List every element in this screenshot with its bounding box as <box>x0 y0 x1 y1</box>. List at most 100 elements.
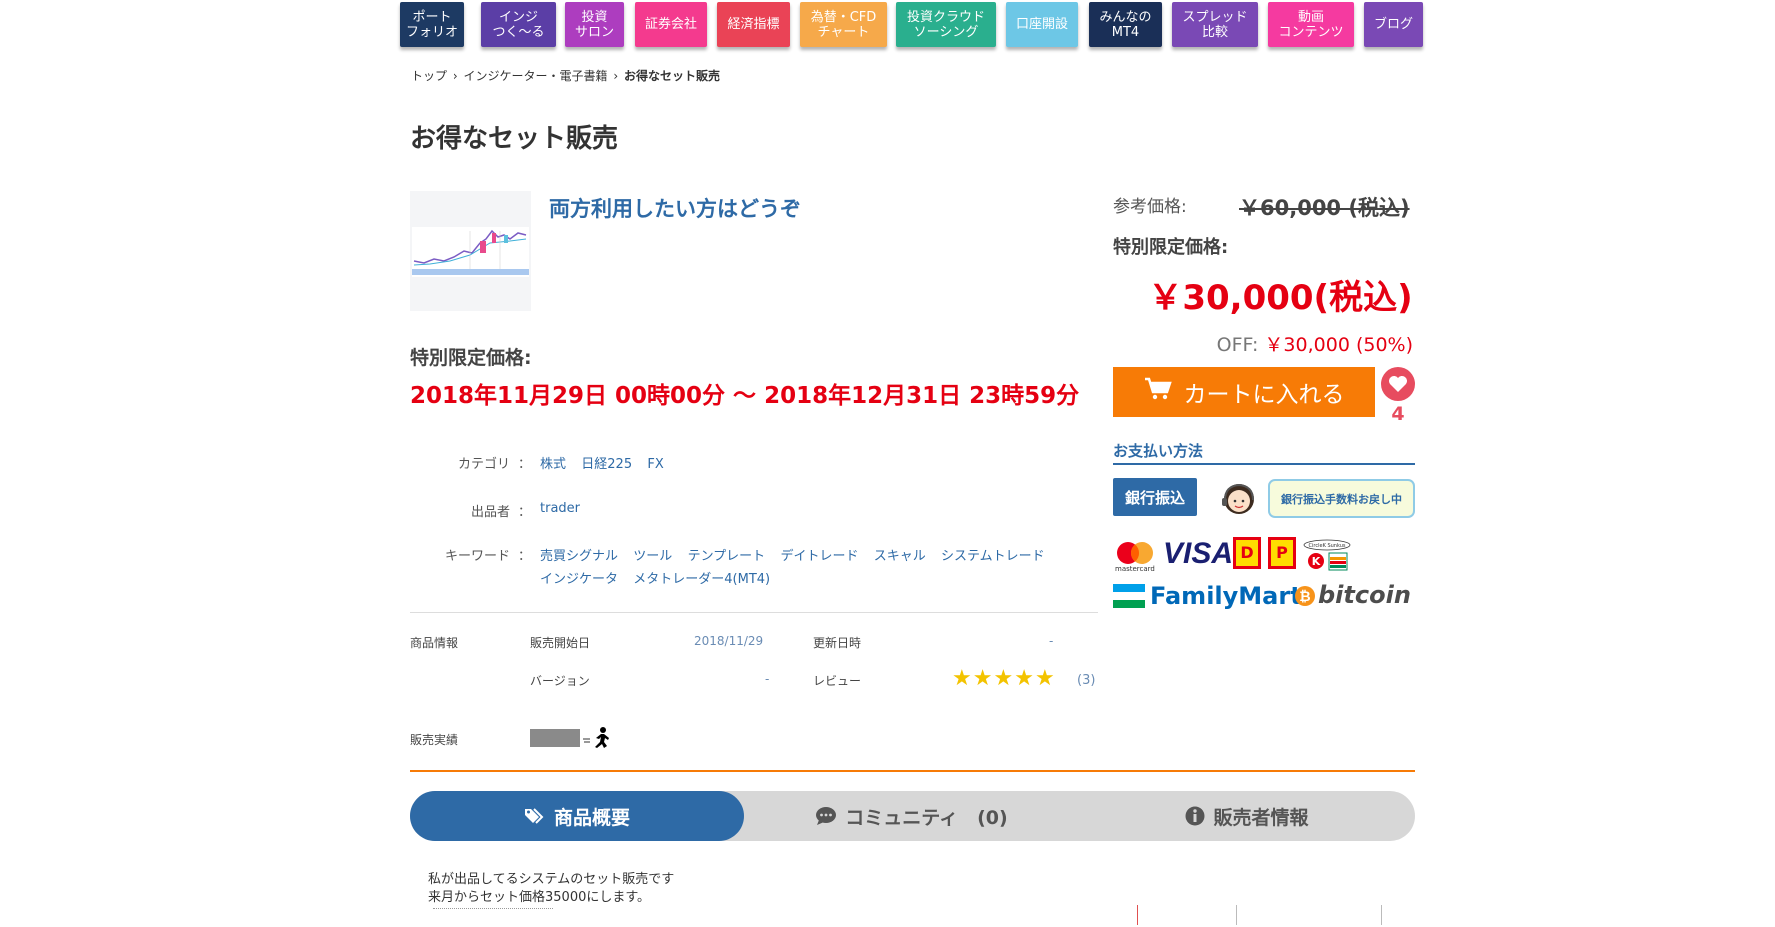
bank-transfer-button[interactable]: 銀行振込 <box>1113 478 1197 516</box>
review-count[interactable]: (3) <box>1077 673 1095 688</box>
heart-icon <box>1389 376 1407 392</box>
sales-label: 販売実績 <box>410 733 459 747</box>
running-man-icon <box>581 726 613 754</box>
seller-link[interactable]: trader <box>540 501 580 516</box>
ministop-icon: P <box>1267 536 1297 574</box>
add-to-cart-button[interactable]: カートに入れる <box>1113 367 1375 417</box>
discount-info: OFF: ￥30,000 (50%) <box>1185 330 1413 357</box>
keyword-link[interactable]: テンプレート <box>688 549 766 564</box>
nav-open-account[interactable]: 口座開設 <box>1006 2 1078 47</box>
ref-price-label: 参考価格: <box>1113 197 1187 217</box>
familymart-label: FamilyMart <box>1150 582 1302 610</box>
nav-crowdsourcing[interactable]: 投資クラウド ソーシング <box>896 2 996 47</box>
comment-icon <box>816 807 837 825</box>
category-link[interactable]: 株式 <box>540 457 566 472</box>
off-value: ￥30,000 (50%) <box>1264 334 1413 356</box>
daily-yamazaki-icon: D <box>1232 536 1262 574</box>
keyword-link[interactable]: システムトレード <box>941 549 1045 564</box>
category-link[interactable]: 日経225 <box>581 457 632 472</box>
bank-fee-bubble: 銀行振込手数料お戻し中 <box>1268 479 1415 518</box>
nav-economic-indicators[interactable]: 経済指標 <box>717 2 790 47</box>
updated-value: - <box>1049 634 1054 648</box>
svg-text:P: P <box>1276 543 1288 562</box>
nav-blog[interactable]: ブログ <box>1364 2 1423 47</box>
nav-video-contents[interactable]: 動画 コンテンツ <box>1268 2 1354 47</box>
tab-overview[interactable]: 商品概要 <box>410 791 744 841</box>
keyword-link[interactable]: インジケータ <box>540 572 618 587</box>
breadcrumb-current: お得なセット販売 <box>623 69 720 83</box>
special-price: ￥30,000(税込) <box>1148 278 1413 318</box>
breadcrumb-sep: › <box>613 69 619 83</box>
star-icon: ★ <box>972 666 994 691</box>
page-title: お得なセット販売 <box>410 124 619 154</box>
seller-label: 出品者 <box>470 505 510 520</box>
breadcrumb: トップ › インジケーター・電子書籍 › お得なセット販売 <box>411 67 722 84</box>
version-value: - <box>765 672 770 686</box>
off-label: OFF: <box>1216 334 1259 356</box>
familymart-icon <box>1113 584 1145 612</box>
cart-icon <box>1144 377 1172 407</box>
sale-period: 2018年11月29日 00時00分 ～ 2018年12月31日 23時59分 <box>410 383 1080 409</box>
divider <box>410 612 1098 613</box>
payment-title: お支払い方法 <box>1113 442 1204 460</box>
chart-fragment-line <box>1137 905 1138 925</box>
favorite-count: 4 <box>1391 403 1405 425</box>
review-label: レビュー <box>813 674 862 688</box>
keyword-link[interactable]: 売買シグナル <box>540 549 618 564</box>
breadcrumb-top[interactable]: トップ <box>411 69 447 83</box>
bitcoin-label: bitcoin <box>1318 581 1411 609</box>
keyword-label: キーワード <box>444 549 510 564</box>
updated-label: 更新日時 <box>813 636 862 650</box>
tag-icon <box>524 808 544 824</box>
svg-text:CircleK Sunkus: CircleK Sunkus <box>1309 543 1346 549</box>
nav-fx-cfd-chart[interactable]: 為替・CFD チャート <box>800 2 887 47</box>
circlek-sunkus-icon: CircleK Sunkus K <box>1303 539 1351 575</box>
nav-portfolio[interactable]: ポート フォリオ <box>400 2 464 47</box>
mastercard-icon: mastercard <box>1113 540 1157 578</box>
colon: ： <box>518 457 532 472</box>
product-thumbnail[interactable] <box>410 191 531 311</box>
product-description: 私が出品してるシステムのセット販売です 来月からセット価格35000にします。 <box>428 871 674 907</box>
star-icon: ★ <box>1034 666 1056 691</box>
keyword-link[interactable]: スキャル <box>874 549 926 564</box>
tab-community[interactable]: コミュニティ (0) <box>744 791 1079 841</box>
keyword-link[interactable]: ツール <box>633 549 672 564</box>
chart-header-strip <box>433 908 553 913</box>
description-line: 来月からセット価格35000にします。 <box>428 890 651 905</box>
period-label: 特別限定価格: <box>410 347 532 369</box>
nav-minna-mt4[interactable]: みんなの MT4 <box>1089 2 1162 47</box>
section-divider <box>410 770 1415 772</box>
nav-indicator-maker[interactable]: インジ つく～る <box>481 2 556 47</box>
description-line: 私が出品してるシステムのセット販売です <box>428 872 675 887</box>
nav-securities[interactable]: 証券会社 <box>635 2 707 47</box>
review-stars[interactable]: ★★★★★ <box>952 666 1056 691</box>
start-date-value: 2018/11/29 <box>694 634 764 648</box>
special-price-label: 特別限定価格: <box>1113 237 1229 258</box>
breadcrumb-indicators[interactable]: インジケーター・電子書籍 <box>463 69 607 83</box>
visa-logo: VISA <box>1163 537 1234 570</box>
category-link[interactable]: FX <box>647 457 663 472</box>
category-label: カテゴリ <box>457 457 510 472</box>
svg-text:K: K <box>1312 555 1321 568</box>
info-icon <box>1185 806 1205 826</box>
nav-spread-compare[interactable]: スプレッド 比較 <box>1172 2 1258 47</box>
keyword-link[interactable]: デイトレード <box>780 549 858 564</box>
svg-text:D: D <box>1240 543 1253 562</box>
ref-price: ￥60,000 (税込) <box>1239 196 1410 220</box>
star-icon: ★ <box>1014 666 1035 691</box>
tab-seller-info[interactable]: 販売者情報 <box>1079 791 1415 841</box>
colon: ： <box>518 549 532 564</box>
nav-investment-salon[interactable]: 投資 サロン <box>565 2 624 47</box>
tab-seller-info-label: 販売者情報 <box>1213 806 1309 829</box>
payment-underline <box>1113 463 1415 465</box>
chart-fragment-line <box>1236 905 1237 925</box>
tab-community-label: コミュニティ (0) <box>845 806 1008 829</box>
version-label: バージョン <box>530 674 590 688</box>
sales-bar <box>530 729 580 747</box>
star-icon: ★ <box>952 666 973 691</box>
start-date-label: 販売開始日 <box>530 636 591 650</box>
favorite-button[interactable] <box>1381 367 1415 401</box>
keyword-link[interactable]: メタトレーダー4(MT4) <box>633 572 770 587</box>
info-section-label: 商品情報 <box>410 636 459 650</box>
product-link[interactable]: 両方利用したい方はどうぞ <box>549 193 801 223</box>
